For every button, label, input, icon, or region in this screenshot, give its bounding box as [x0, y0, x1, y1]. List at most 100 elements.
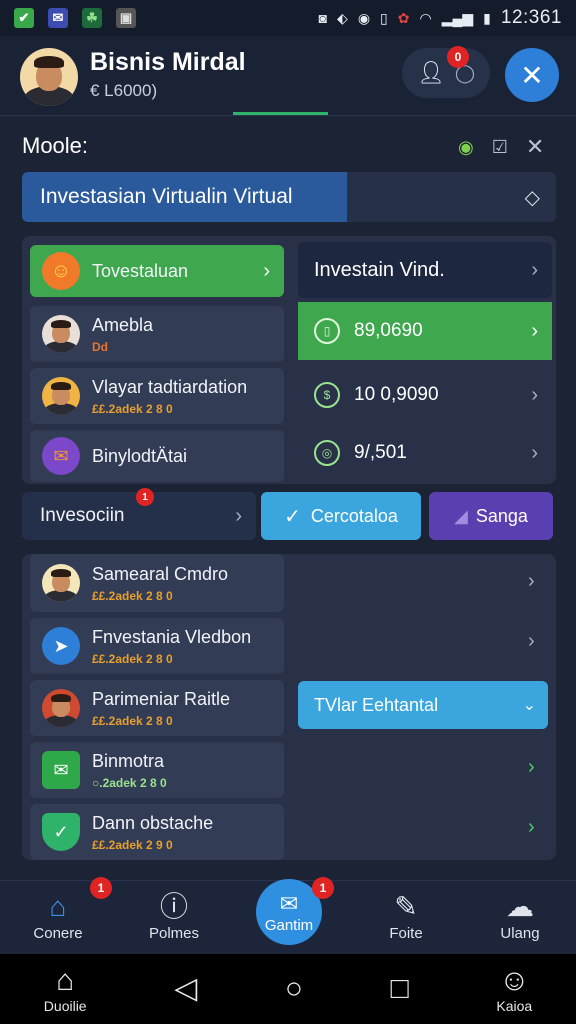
nav-label: Gantim	[264, 916, 314, 934]
alarm-icon: ◉	[357, 9, 371, 26]
nav-item-foite[interactable]: ✎ Foite	[356, 889, 456, 942]
dropdown-label: TVlar Eehtantal	[314, 694, 439, 715]
investasi-selector-label: Invesociin	[40, 505, 125, 526]
wifi-icon: ◠	[419, 9, 432, 26]
mode-icons: ◉ ☑ ✕	[458, 134, 544, 160]
avatar[interactable]	[20, 48, 78, 106]
app-icon: ✉	[48, 8, 68, 28]
coin-icon: $	[314, 382, 340, 408]
back-button[interactable]: ◁	[174, 972, 197, 1006]
value-row[interactable]: $ 10 0,9090 ›	[298, 366, 552, 424]
leaf-app-icon: ☘	[82, 8, 102, 28]
check-box-icon[interactable]: ☑	[492, 137, 508, 158]
green-status-icon[interactable]: ◉	[458, 137, 474, 158]
list-item-sub: ££.2adek 2 8 0	[92, 588, 173, 603]
status-bar: ✔ ✉ ☘ ▣ ◙ ⬖ ◉ ▯ ✿ ◠ ▂▄▆ ▮ 12:361	[0, 0, 576, 36]
list-item-sub: ££.2adek 2 8 0	[92, 713, 173, 728]
tab-bar: Investasian Virtualin Virtual ◇	[22, 172, 556, 222]
emoji-avatar-icon: ☺	[42, 252, 80, 290]
nav-label: Conere	[33, 925, 83, 942]
tab-investasi[interactable]: Investasian Virtualin Virtual	[22, 172, 347, 222]
list-item[interactable]: ✉ Binmotra ○.2adek 2 8 0	[30, 742, 284, 798]
chevron-right-icon[interactable]: ›	[528, 816, 535, 839]
values-header[interactable]: Investain Vind. ›	[298, 242, 552, 298]
list-item[interactable]: ✓ Dann obstache ££.2adek 2 9 0	[30, 804, 284, 860]
value-amount: 9/,501	[354, 442, 407, 463]
bottom-nav: ⌂ Conere 1 ⓘ Polmes ✉ Gantim 1 ✎ Foite ☁…	[0, 877, 576, 954]
values-header-label: Investain Vind.	[314, 258, 445, 281]
header-indicator	[233, 112, 328, 115]
recents-button[interactable]: □	[391, 972, 409, 1006]
notification-badge: 1	[312, 877, 334, 899]
value-row[interactable]: ▯ 89,0690 ›	[298, 302, 552, 360]
profile-button[interactable]: ☺ Kaioa	[496, 964, 532, 1014]
chevron-right-icon[interactable]: ›	[528, 570, 535, 593]
close-button[interactable]: ✕	[505, 48, 559, 102]
menu-item-sub: Dd	[92, 339, 108, 354]
dropdown-select[interactable]: TVlar Eehtantal ⌄	[298, 681, 548, 729]
nav-item-polmes[interactable]: ⓘ Polmes	[124, 889, 224, 942]
list-item-label: Binmotra	[92, 750, 165, 771]
system-home-button[interactable]: ⌂ Duoilie	[44, 964, 87, 1014]
list-item-label: Samearal Cmdro	[92, 563, 229, 584]
message-icon: ✉	[42, 751, 80, 789]
menu-item-label: Vlayar tadtiardation	[92, 376, 248, 397]
edit-icon: ✎	[394, 891, 418, 922]
menu-item-label: BinylodtÄtai	[92, 445, 188, 466]
notification-icon: ✿	[397, 9, 410, 26]
list-item[interactable]: Parimeniar Raitle ££.2adek 2 8 0	[30, 680, 284, 736]
list-item-sub: ££.2adek 2 8 0	[92, 651, 173, 666]
chart-icon: ◎	[314, 440, 340, 466]
chevron-right-icon[interactable]: ›	[528, 630, 535, 653]
menu-item-label: Amebla	[92, 314, 154, 335]
mode-label: Moole:	[22, 133, 89, 158]
close-icon[interactable]: ✕	[526, 134, 544, 160]
notification-badge: 0	[447, 46, 469, 68]
list-item-label: Parimeniar Raitle	[92, 688, 231, 709]
send-icon: ◢	[454, 505, 468, 526]
shield-check-icon: ✓	[42, 813, 80, 851]
chevron-right-icon: ›	[531, 383, 538, 406]
check-icon: ✓	[284, 505, 301, 528]
chevron-right-icon: ›	[263, 259, 270, 282]
value-amount: 10 0,9090	[354, 384, 439, 405]
nav-label: Polmes	[148, 925, 200, 942]
chevron-right-icon[interactable]: ›	[528, 756, 535, 779]
battery-icon: ▮	[483, 9, 491, 26]
avatar	[42, 315, 80, 353]
secondary-button[interactable]: ◢ Sanga	[429, 492, 553, 540]
home-button[interactable]: ○	[285, 972, 303, 1006]
list-item[interactable]: ➤ Fnvestania Vledbon ££.2adek 2 8 0	[30, 618, 284, 674]
list-item-label: Fnvestania Vledbon	[92, 626, 252, 647]
page-title: Bisnis Mirdal	[90, 48, 246, 76]
camera-icon: ◙	[318, 10, 328, 26]
list-item-sub: ○.2adek 2 8 0	[92, 775, 167, 790]
notification-badge: 1	[136, 488, 154, 506]
primary-menu-item[interactable]: ☺ Tovestaluan ›	[30, 245, 284, 297]
menu-item[interactable]: Vlayar tadtiardation ££.2adek 2 8 0	[30, 368, 284, 424]
send-icon: ➤	[42, 627, 80, 665]
home-outline-icon: ⌂	[56, 964, 75, 997]
avatar	[42, 564, 80, 602]
confirm-button[interactable]: ✓ Cercotaloa	[261, 492, 421, 540]
avatar	[42, 377, 80, 415]
secondary-button-label: Sanga	[475, 505, 528, 526]
menu-item[interactable]: Amebla Dd	[30, 306, 284, 362]
diamond-icon[interactable]: ◇	[525, 185, 540, 210]
nav-item-home[interactable]: ⌂ Conere	[8, 889, 108, 942]
primary-menu-label: Tovestaluan	[92, 260, 189, 281]
signal-status-icon: ⬖	[337, 9, 348, 26]
user-icon[interactable]: 👤︎	[417, 60, 445, 86]
battery-small-icon: ▯	[380, 9, 388, 26]
list-item[interactable]: Samearal Cmdro ££.2adek 2 8 0	[30, 554, 284, 612]
confirm-button-label: Cercotaloa	[310, 505, 398, 526]
account-pill[interactable]: 👤︎ ◯	[402, 48, 490, 98]
check-app-icon: ✔	[14, 8, 34, 28]
value-amount: 89,0690	[354, 320, 423, 341]
menu-item[interactable]: ✉ BinylodtÄtai	[30, 430, 284, 482]
value-row[interactable]: ◎ 9/,501 ›	[298, 424, 552, 482]
balance-text: € L6000)	[90, 81, 158, 100]
system-label: Duoilie	[43, 998, 87, 1014]
clock: 12:361	[500, 7, 562, 28]
nav-item-ulang[interactable]: ☁ Ulang	[470, 889, 570, 942]
